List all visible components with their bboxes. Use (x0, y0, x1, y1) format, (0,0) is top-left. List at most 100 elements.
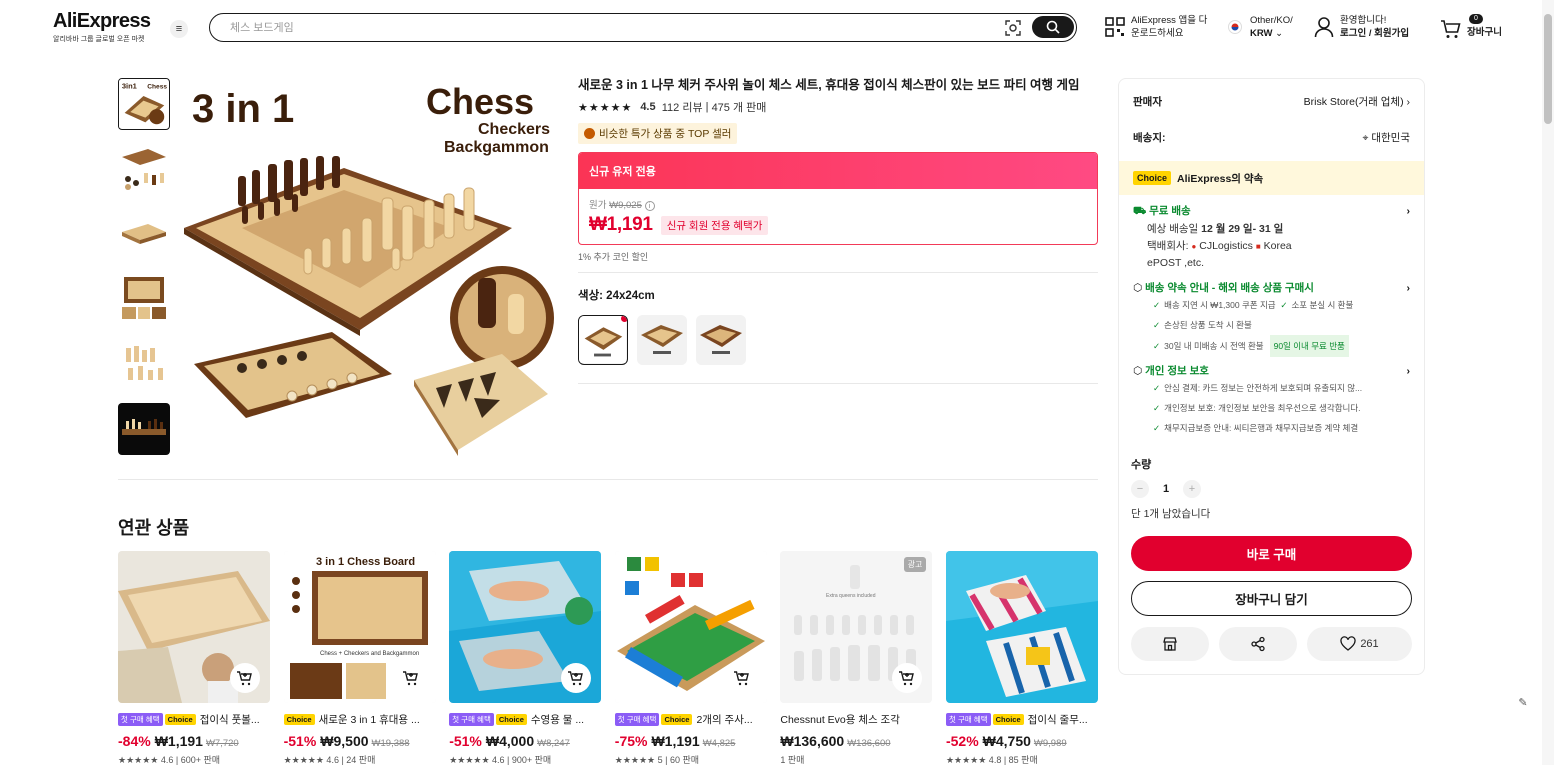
decrement-button[interactable]: − (1131, 480, 1149, 498)
quantity-label: 수량 (1131, 459, 1152, 471)
cart-icon (1441, 20, 1461, 38)
stock-note: 단 1개 남았습니다 (1131, 508, 1211, 520)
scrollbar-thumb[interactable] (1544, 14, 1552, 124)
first-purchase-badge: 첫 구매 혜택 (945, 713, 991, 726)
search-input[interactable] (230, 21, 990, 34)
seller-row[interactable]: 판매자 Brisk Store(거래 업체) › (1119, 79, 1424, 123)
color-swatch[interactable] (696, 315, 746, 365)
privacy-item: 개인정보 보호: 개인정보 보안을 최우선으로 생각합니다. (1164, 403, 1361, 413)
price-promo-box: 신규 유저 전용 원가 ₩9,025 i ₩1,191 신규 회원 전용 혜택가 (578, 152, 1098, 245)
product-main-image[interactable]: 3 in 1 Chess Checkers Backgammon (182, 78, 560, 456)
add-to-cart-icon[interactable] (726, 663, 757, 693)
delivery-promise-section[interactable]: ⬡ 배송 약속 안내 - 해외 배송 상품 구매시 › ✓ 배송 지연 시 ₩1,… (1119, 272, 1424, 357)
currency: KRW (1250, 28, 1273, 39)
courier-2: Korea (1263, 240, 1292, 252)
check-icon: ✓ (1153, 341, 1161, 351)
product-image[interactable]: Extra queens included 광고 (780, 551, 933, 703)
courier-3: ePOST ,etc. (1147, 257, 1204, 269)
promise-item: 30일 내 미배송 시 전액 환불 (1164, 341, 1264, 351)
logo-text: AliExpress (53, 10, 151, 32)
sale-price: ₩1,191 (589, 214, 653, 235)
header: AliExpress 알리바바 그룹 글로벌 오픈 마켓 ≡ 체스 보드게임 A… (0, 0, 1554, 56)
wishlist-button[interactable]: 261 (1307, 627, 1412, 661)
shield-icon: ⬡ (1133, 282, 1143, 294)
quantity-value[interactable]: 1 (1149, 483, 1183, 495)
original-price: ₩9,989 (1033, 738, 1067, 749)
app-download[interactable]: AliExpress 앱을 다 운로드하세요 (1105, 14, 1207, 40)
info-icon[interactable]: i (644, 201, 655, 211)
app-line-1: AliExpress 앱을 다 (1131, 15, 1208, 26)
thumbnail[interactable] (118, 143, 170, 195)
product-card[interactable]: 첫 구매 혜택 Choice 2개의 주사... -75% ₩1,191 ₩4,825 … (614, 551, 767, 765)
first-purchase-badge: 첫 구매 혜택 (614, 713, 660, 726)
image-search-icon[interactable] (1004, 19, 1022, 37)
product-card[interactable]: 첫 구매 혜택 Choice 접이식 줄무... -52% ₩4,750 ₩9,989 … (945, 551, 1098, 765)
image-title-backgammon: Backgammon (444, 139, 549, 156)
original-price: ₩136,600 (847, 738, 891, 749)
add-to-cart-icon[interactable] (395, 663, 426, 693)
menu-icon[interactable]: ≡ (170, 20, 188, 38)
original-price: ₩8,247 (537, 738, 570, 749)
quantity-section: 수량 − 1 + 단 1개 남았습니다 (1119, 438, 1424, 521)
store-button[interactable] (1131, 627, 1209, 661)
product-image[interactable] (945, 551, 1098, 703)
search-bar (209, 13, 1077, 42)
product-image[interactable] (118, 551, 270, 703)
rating-sold: ★★★★★ 4.8 | 85 판매 (945, 755, 1038, 765)
product-image[interactable]: 3 in 1 Chess Board Chess + Checkers and B… (283, 551, 436, 703)
delivery-promise-title: 배송 약속 안내 - 해외 배송 상품 구매시 (1145, 282, 1314, 294)
ship-to-row[interactable]: 배송지: ⌖ 대한민국 (1119, 123, 1424, 151)
color-swatch[interactable] (578, 315, 628, 365)
product-card[interactable]: 첫 구매 혜택 Choice 수영용 물 ... -51% ₩4,000 ₩8,247 … (449, 551, 602, 765)
add-to-cart-icon[interactable] (561, 663, 592, 693)
add-to-cart-button[interactable]: 장바구니 담기 (1131, 581, 1412, 616)
image-title-3in1: 3 in 1 (192, 87, 294, 131)
rating-row[interactable]: ★★★★★ 4.5 112 리뷰 | 475 개 판매 (578, 99, 1098, 115)
thumbnail[interactable]: 3in1 Chess (118, 78, 170, 130)
add-to-cart-icon[interactable] (230, 663, 260, 693)
privacy-section[interactable]: ⬡ 개인 정보 보호 › ✓ 안심 결제: 카드 정보는 안전하게 보호되며 유출… (1119, 357, 1424, 438)
cart[interactable]: 0 장바구니 (1440, 12, 1502, 40)
product-info: 새로운 3 in 1 나무 체커 주사위 놀이 체스 세트, 휴대용 접이식 체… (578, 76, 1098, 384)
product-card[interactable]: 첫 구매 혜택 Choice 접이식 풋볼... -84% ₩1,191 ₩7,720 … (118, 551, 270, 765)
share-button[interactable] (1219, 627, 1297, 661)
courier-prefix: 택배회사: (1147, 240, 1189, 252)
choice-badge: Choice (992, 714, 1024, 725)
product-name: 접이식 풋볼... (199, 714, 260, 726)
discount: -51% (449, 733, 482, 749)
product-image[interactable] (449, 551, 602, 703)
related-products: 첫 구매 혜택 Choice 접이식 풋볼... -84% ₩1,191 ₩7,720 … (118, 551, 1108, 765)
thumbnail[interactable] (118, 273, 170, 325)
scrollbar[interactable] (1542, 0, 1554, 765)
seller-name[interactable]: Brisk Store(거래 업체) (1304, 96, 1404, 108)
account[interactable]: 환영합니다! 로그인 / 회원가입 (1314, 14, 1409, 40)
buy-now-button[interactable]: 바로 구매 (1131, 536, 1412, 571)
login-link[interactable]: 로그인 / 회원가입 (1340, 28, 1409, 39)
lock-shield-icon: ⬡ (1133, 365, 1143, 377)
rating-sold: 1 판매 (780, 755, 805, 765)
color-swatches (578, 315, 1098, 365)
purchase-panel: 판매자 Brisk Store(거래 업체) › 배송지: ⌖ 대한민국 Cho… (1118, 78, 1425, 675)
welcome-text: 환영합니다! (1340, 15, 1387, 26)
region-selector[interactable]: Other/KO/KRW ⌄ (1228, 14, 1293, 40)
logo[interactable]: AliExpress 알리바바 그룹 글로벌 오픈 마켓 (53, 10, 163, 44)
product-card[interactable]: Extra queens included 광고 Chessnut Evo용 체… (780, 551, 933, 765)
review-count[interactable]: 112 리뷰 (662, 99, 703, 115)
feedback-icon[interactable]: ✎ (1513, 693, 1533, 713)
image-label: 3 in 1 Chess Board (316, 556, 415, 568)
shipping-section[interactable]: ⛟ 무료 배송 › 예상 배송일 12 월 29 일- 31 일 택배회사: ●… (1119, 195, 1424, 272)
product-card[interactable]: 3 in 1 Chess Board Chess + Checkers and B… (283, 551, 436, 765)
post-icon: ■ (1255, 242, 1261, 251)
promise-item: 배송 지연 시 ₩1,300 쿠폰 지급 (1164, 300, 1276, 310)
user-icon (1314, 17, 1334, 38)
rating-sold: ★★★★★ 4.6 | 900+ 판매 (449, 755, 552, 765)
product-image[interactable] (614, 551, 767, 703)
original-price: ₩9,025 (609, 200, 642, 211)
thumbnail[interactable] (118, 208, 170, 260)
color-swatch[interactable] (637, 315, 687, 365)
search-button[interactable] (1032, 16, 1074, 38)
increment-button[interactable]: + (1183, 480, 1201, 498)
thumbnail[interactable] (118, 338, 170, 390)
thumbnail[interactable] (118, 403, 170, 455)
location-pin-icon: ⌖ (1362, 131, 1369, 144)
